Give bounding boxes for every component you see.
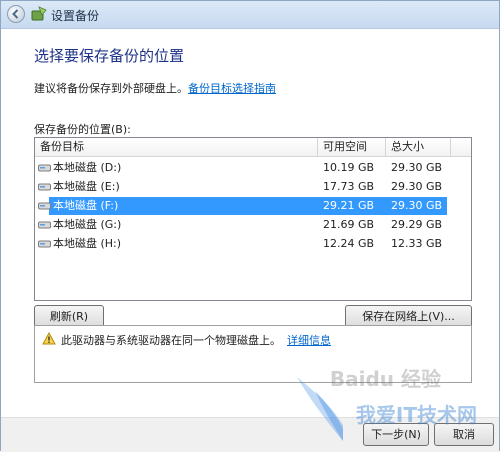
list-label: 保存备份的位置(B): <box>34 123 131 136</box>
table-row[interactable]: 本地磁盘 (E:) 17.73 GB 29.30 GB <box>35 178 471 196</box>
drive-name: 本地磁盘 (G:) <box>53 218 122 231</box>
drive-name: 本地磁盘 (D:) <box>53 161 122 174</box>
backup-target-list[interactable]: 备份目标 可用空间 总大小 本地磁盘 (D:) 10.19 GB 29.30 G… <box>34 137 472 301</box>
drive-total: 29.30 GB <box>391 199 443 212</box>
watermark-baidu: Baidu 经验 <box>329 367 441 391</box>
table-row-selected[interactable]: 本地磁盘 (F:) 29.21 GB 29.30 GB <box>35 197 471 215</box>
drive-free: 12.24 GB <box>323 237 375 250</box>
drive-name: 本地磁盘 (E:) <box>53 180 120 193</box>
drive-icon <box>38 202 51 210</box>
column-header-target[interactable]: 备份目标 <box>35 138 318 156</box>
page-heading: 选择要保存备份的位置 <box>34 47 185 65</box>
drive-icon <box>38 221 51 229</box>
backup-window: 设置备份 选择要保存备份的位置 建议将备份保存到外部硬盘上。备份目标选择指南 保… <box>0 0 500 452</box>
warning-icon <box>42 332 56 345</box>
drive-total: 12.33 GB <box>391 237 443 250</box>
drive-name: 本地磁盘 (H:) <box>53 237 122 250</box>
table-row[interactable]: 本地磁盘 (D:) 10.19 GB 29.30 GB <box>35 159 471 177</box>
drive-total: 29.30 GB <box>391 161 443 174</box>
back-arrow-icon <box>12 9 19 19</box>
list-header: 备份目标 可用空间 总大小 <box>35 138 471 157</box>
content-area: 选择要保存备份的位置 建议将备份保存到外部硬盘上。备份目标选择指南 保存备份的位… <box>1 29 499 417</box>
warning-line: 此驱动器与系统驱动器在同一个物理磁盘上。 详细信息 <box>61 332 331 348</box>
details-link[interactable]: 详细信息 <box>287 334 331 347</box>
column-header-total[interactable]: 总大小 <box>386 138 451 156</box>
drive-total: 29.29 GB <box>391 218 443 231</box>
hint-line: 建议将备份保存到外部硬盘上。备份目标选择指南 <box>34 80 276 96</box>
column-header-free[interactable]: 可用空间 <box>318 138 386 156</box>
window-title: 设置备份 <box>51 9 100 23</box>
drive-free: 29.21 GB <box>323 199 375 212</box>
table-row[interactable]: 本地磁盘 (H:) 12.24 GB 12.33 GB <box>35 235 471 253</box>
drive-icon <box>38 183 51 191</box>
watermark-site: 我爱IT技术网 <box>355 403 477 427</box>
drive-icon <box>38 164 51 172</box>
hint-text: 建议将备份保存到外部硬盘上。 <box>34 82 188 95</box>
drive-total: 29.30 GB <box>391 180 443 193</box>
drive-free: 17.73 GB <box>323 180 375 193</box>
warning-text: 此驱动器与系统驱动器在同一个物理磁盘上。 <box>61 334 281 347</box>
drive-icon <box>38 240 51 248</box>
back-button[interactable] <box>7 5 25 23</box>
guide-link[interactable]: 备份目标选择指南 <box>188 82 276 95</box>
backup-app-icon <box>31 6 47 21</box>
table-row[interactable]: 本地磁盘 (G:) 21.69 GB 29.29 GB <box>35 216 471 234</box>
drive-free: 10.19 GB <box>323 161 375 174</box>
drive-free: 21.69 GB <box>323 218 375 231</box>
title-bar: 设置备份 <box>1 1 499 29</box>
drive-name: 本地磁盘 (F:) <box>53 199 119 212</box>
